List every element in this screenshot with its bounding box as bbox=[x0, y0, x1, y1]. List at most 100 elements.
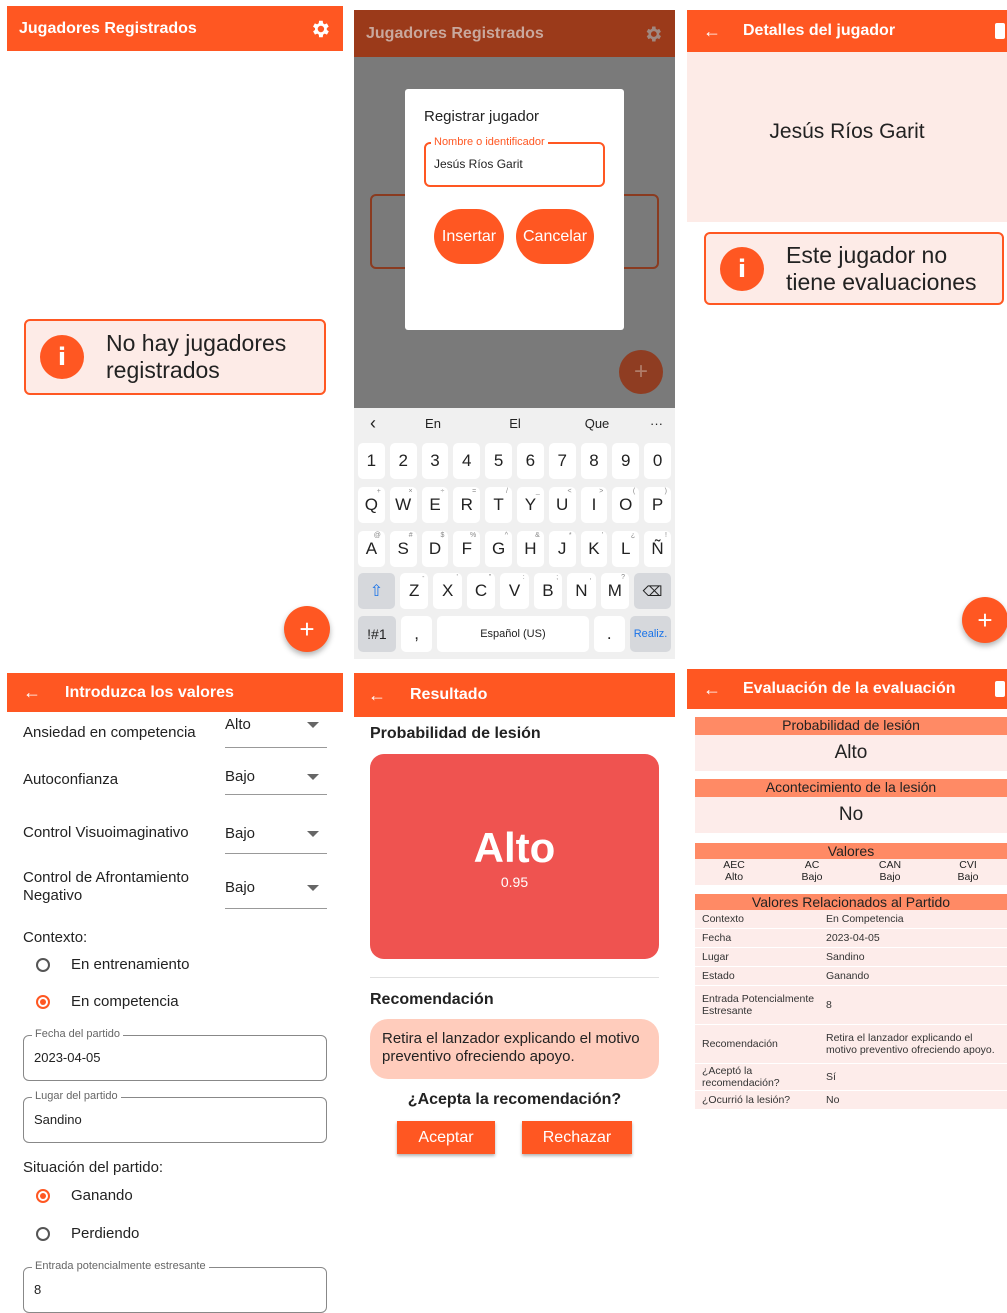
key-a[interactable]: A @ bbox=[358, 531, 385, 567]
letter-row-3: ⇧ Z - X ' C " V: B; N, M? ⌫ bbox=[358, 573, 671, 609]
values-section-header: Valores bbox=[695, 843, 1007, 859]
key-c[interactable]: C " bbox=[466, 573, 496, 609]
key-label: L bbox=[621, 539, 631, 558]
key-e[interactable]: E ÷ bbox=[421, 487, 449, 523]
suggestion-1[interactable]: En bbox=[392, 416, 474, 431]
key-alt-label: * bbox=[568, 532, 572, 539]
key-s[interactable]: S # bbox=[389, 531, 417, 567]
table-row: Recomendación Retira el lanzador explican… bbox=[695, 1025, 1007, 1064]
key-6[interactable]: 6 bbox=[516, 443, 544, 479]
key-alt-label: ¿ bbox=[630, 532, 636, 539]
key-1[interactable]: 1 bbox=[358, 443, 385, 479]
stress-field[interactable]: Entrada potencialmente estresante 8 bbox=[23, 1260, 327, 1313]
cancel-button[interactable]: Cancelar bbox=[516, 209, 594, 264]
key-7[interactable]: 7 bbox=[548, 443, 576, 479]
key-x[interactable]: X ' bbox=[433, 573, 462, 609]
recommendation-box: Retira el lanzador explicando el motivo … bbox=[370, 1019, 659, 1079]
key-9[interactable]: 9 bbox=[612, 443, 640, 479]
back-arrow-icon[interactable]: ← bbox=[368, 685, 386, 706]
reject-button[interactable]: Rechazar bbox=[522, 1121, 632, 1154]
insert-button[interactable]: Insertar bbox=[434, 209, 504, 264]
key-v[interactable]: V: bbox=[500, 573, 529, 609]
key-u[interactable]: U < bbox=[548, 487, 576, 523]
period-key[interactable]: . bbox=[593, 616, 626, 652]
dropdown-afrontamiento-value[interactable]: Bajo bbox=[225, 867, 327, 909]
radio-entrenamiento[interactable]: En entrenamiento bbox=[36, 956, 189, 973]
name-field[interactable]: Nombre o identificador Jesús Ríos Garit bbox=[424, 136, 605, 187]
shift-key[interactable]: ⇧ bbox=[358, 573, 395, 609]
more-icon[interactable]: ··· bbox=[638, 416, 675, 431]
back-arrow-icon[interactable]: ← bbox=[23, 682, 41, 703]
dropdown-visuoimaginativo-value[interactable]: Bajo bbox=[225, 814, 327, 854]
radio-perdiendo[interactable]: Perdiendo bbox=[36, 1225, 139, 1242]
key-f[interactable]: F% bbox=[453, 531, 481, 567]
key-z[interactable]: Z- bbox=[399, 573, 429, 609]
key-0[interactable]: 0 bbox=[644, 443, 671, 479]
date-field[interactable]: Fecha del partido 2023-04-05 bbox=[23, 1028, 327, 1081]
accept-label: Aceptar bbox=[418, 1128, 474, 1146]
screen-evaluation-detail: ← Evaluación de la evaluación Probabilid… bbox=[687, 669, 1007, 1313]
backspace-key[interactable]: ⌫ bbox=[634, 573, 671, 609]
key-g[interactable]: G ^ bbox=[485, 531, 512, 567]
radio-checked-icon bbox=[36, 1188, 50, 1203]
key-ñ[interactable]: Ñ! bbox=[644, 531, 671, 567]
radio-competencia[interactable]: En competencia bbox=[36, 993, 179, 1010]
key-k[interactable]: K ' bbox=[580, 531, 608, 567]
app-bar: ← Evaluación de la evaluación bbox=[687, 669, 1007, 709]
key-label: C bbox=[474, 581, 488, 600]
key-b[interactable]: B; bbox=[533, 573, 563, 609]
key-j[interactable]: J * bbox=[548, 531, 576, 567]
radio-ganando[interactable]: Ganando bbox=[36, 1187, 133, 1204]
delete-icon[interactable] bbox=[995, 23, 1005, 39]
key-t[interactable]: T / bbox=[485, 487, 512, 523]
key-3[interactable]: 3 bbox=[421, 443, 449, 479]
screen-result: ← Resultado Probabilidad de lesión Alto … bbox=[354, 673, 675, 1313]
key-m[interactable]: M? bbox=[600, 573, 630, 609]
gear-icon[interactable] bbox=[309, 18, 331, 40]
key-n[interactable]: N, bbox=[567, 573, 596, 609]
space-key[interactable]: Español (US) bbox=[437, 616, 589, 652]
recommendation-text: Retira el lanzador explicando el motivo … bbox=[382, 1030, 640, 1065]
key-y[interactable]: Y _ bbox=[516, 487, 544, 523]
key-8[interactable]: 8 bbox=[580, 443, 608, 479]
key-d[interactable]: D $ bbox=[421, 531, 449, 567]
key-w[interactable]: W × bbox=[389, 487, 417, 523]
add-player-button[interactable]: + bbox=[284, 606, 330, 652]
suggestion-2[interactable]: El bbox=[474, 416, 556, 431]
key-l[interactable]: L ¿ bbox=[612, 531, 640, 567]
place-field[interactable]: Lugar del partido Sandino bbox=[23, 1090, 327, 1143]
symbols-key[interactable]: !#1 bbox=[358, 616, 396, 652]
key-h[interactable]: H & bbox=[516, 531, 544, 567]
key-alt-label: / bbox=[506, 488, 508, 495]
key-5[interactable]: 5 bbox=[485, 443, 512, 479]
row-value: Retira el lanzador explicando el motivo … bbox=[826, 1032, 995, 1056]
add-evaluation-button[interactable]: + bbox=[962, 597, 1007, 643]
app-bar: ← Introduzca los valores bbox=[7, 673, 343, 712]
plus-icon: + bbox=[633, 358, 648, 385]
suggestion-3[interactable]: Que bbox=[556, 416, 638, 431]
key-alt-label: ! bbox=[665, 532, 667, 539]
dropdown-ansiedad-value[interactable]: Alto bbox=[225, 716, 327, 748]
comma-key[interactable]: , bbox=[400, 616, 433, 652]
dropdown-afrontamiento[interactable]: Control de Afrontamiento Negativo bbox=[23, 867, 213, 907]
delete-icon[interactable] bbox=[995, 681, 1005, 697]
stress-field-value: 8 bbox=[34, 1282, 42, 1297]
key-alt-label: # bbox=[408, 532, 413, 539]
dimmed-fab: + bbox=[619, 350, 663, 394]
key-r[interactable]: R = bbox=[453, 487, 481, 523]
chevron-left-icon[interactable]: ‹ bbox=[354, 413, 392, 434]
key-label: Ñ bbox=[651, 539, 664, 558]
key-4[interactable]: 4 bbox=[453, 443, 481, 479]
key-p[interactable]: P) bbox=[644, 487, 671, 523]
done-key[interactable]: Realiz. bbox=[630, 616, 671, 652]
key-i[interactable]: I > bbox=[580, 487, 608, 523]
key-2[interactable]: 2 bbox=[389, 443, 417, 479]
letter-row-2: A @ S # D $ F% G ^ H & J * K ' L ¿ Ñ! bbox=[358, 531, 671, 567]
key-o[interactable]: O( bbox=[612, 487, 640, 523]
key-q[interactable]: Q + bbox=[358, 487, 385, 523]
probability-value: Alto bbox=[473, 824, 556, 871]
accept-button[interactable]: Aceptar bbox=[397, 1121, 495, 1154]
back-arrow-icon[interactable]: ← bbox=[703, 679, 721, 700]
back-arrow-icon[interactable]: ← bbox=[703, 21, 721, 42]
dropdown-autoconfianza-value[interactable]: Bajo bbox=[225, 759, 327, 795]
